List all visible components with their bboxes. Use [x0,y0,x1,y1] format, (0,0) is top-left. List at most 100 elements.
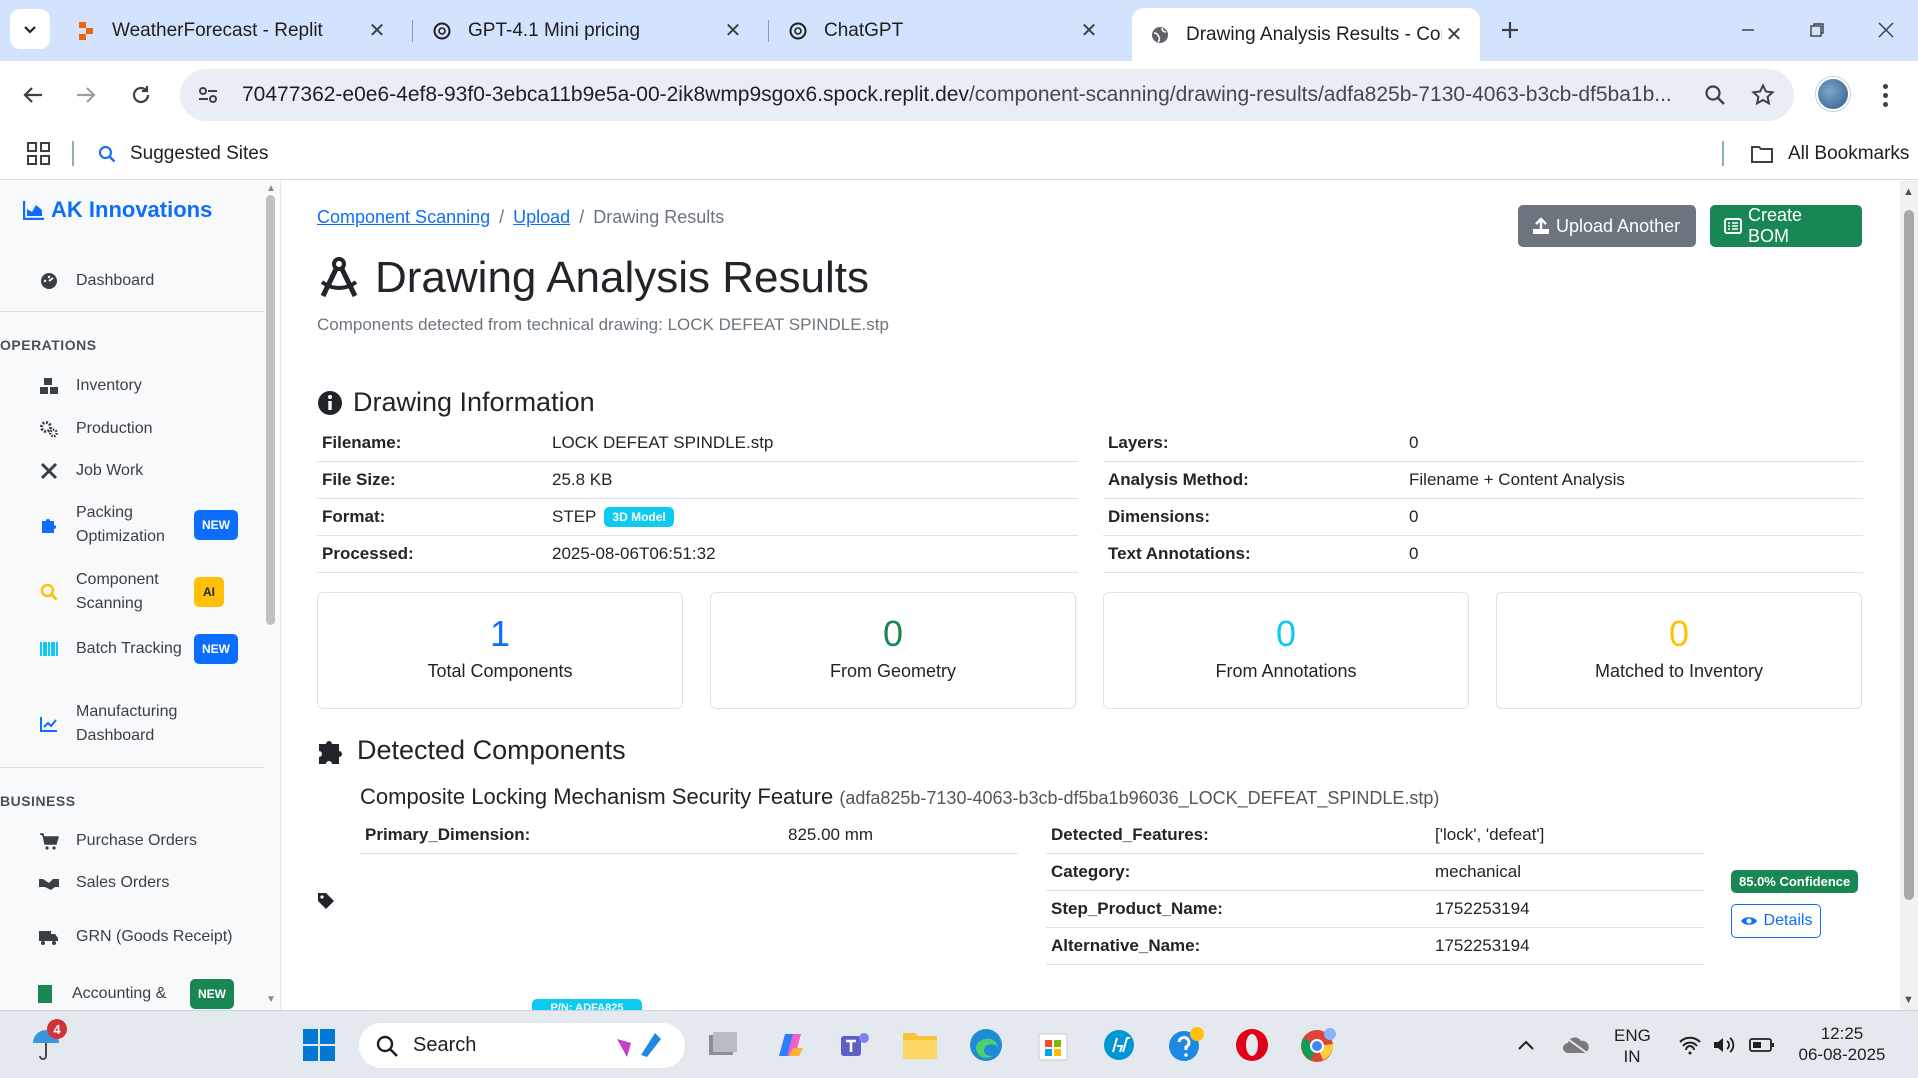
taskbar-opera[interactable] [1232,1025,1272,1065]
sidebar-scroll-up-icon[interactable]: ▲ [266,183,276,194]
stat-value: 0 [1275,613,1297,654]
breadcrumb-component-scanning[interactable]: Component Scanning [317,207,490,228]
new-tab-button[interactable] [1494,14,1526,46]
sidebar-item-production[interactable]: Production [38,417,153,441]
sidebar-scroll-down-icon[interactable]: ▼ [266,994,276,1005]
info-circle-icon [318,390,342,415]
tab-title: WeatherForecast - Replit [112,19,323,41]
taskbar-help[interactable] [1166,1025,1206,1065]
plus-icon [1502,22,1518,38]
taskbar-teams[interactable] [835,1025,875,1065]
browser-tab-weatherforecast[interactable]: WeatherForecast - Replit ✕ [58,8,403,53]
page-scroll-up-icon[interactable]: ▲ [1903,186,1914,198]
sidebar-item-sales-orders[interactable]: Sales Orders [38,871,169,895]
volume-status[interactable] [1704,1025,1744,1065]
tab-search-button[interactable] [10,9,50,49]
back-button[interactable] [13,75,53,115]
search-icon [38,581,60,603]
close-icon[interactable]: ✕ [721,19,745,43]
create-bom-button[interactable]: Create BOM [1710,205,1862,247]
browser-tab-drawing-results[interactable]: Drawing Analysis Results - Com ✕ [1132,8,1480,61]
prop-value: ['lock', 'defeat'] [1435,825,1545,844]
info-value: LOCK DEFEAT SPINDLE.stp [552,433,774,452]
taskbar-edge[interactable] [966,1025,1006,1065]
browser-tab-chatgpt[interactable]: ChatGPT ✕ [770,8,1115,53]
sidebar-item-purchase-orders[interactable]: Purchase Orders [38,829,197,853]
browser-menu-button[interactable] [1870,75,1900,115]
copilot-icon [779,1034,803,1056]
address-bar[interactable]: 70477362-e0e6-4ef8-93f0-3ebca11b9e5a-00-… [180,69,1794,121]
taskbar-hp[interactable] [1099,1025,1139,1065]
apps-grid-icon[interactable] [26,141,52,167]
taskbar-file-explorer[interactable] [900,1025,940,1065]
bookmarks-bar: Suggested Sites All Bookmarks [0,129,1918,180]
breadcrumb-upload[interactable]: Upload [513,207,570,228]
sidebar-item-accounting[interactable]: Accounting & NEW [34,979,234,1009]
start-button[interactable] [299,1025,339,1065]
prop-row-category: Category: mechanical [1046,854,1704,891]
taskbar-chrome[interactable] [1298,1025,1338,1065]
tab-title: ChatGPT [824,19,904,41]
sidebar-item-grn[interactable]: GRN (Goods Receipt) [38,925,233,949]
close-icon[interactable]: ✕ [1442,23,1466,47]
component-id: (adfa825b-7130-4063-b3cb-df5ba1b96036_LO… [839,788,1440,808]
gauge-icon [38,270,60,292]
taskbar-copilot[interactable] [770,1025,810,1065]
brand-logo[interactable]: AK Innovations [23,197,212,223]
prop-value: 825.00 mm [788,825,874,844]
sidebar-item-job-work[interactable]: Job Work [38,459,143,483]
sidebar-item-packing-optimization[interactable]: Packing Optimization NEW [38,501,238,549]
sidebar-item-manufacturing-dashboard[interactable]: Manufacturing Dashboard [38,700,194,748]
sidebar-item-label: Purchase Orders [76,832,197,849]
search-placeholder: Search [413,1034,477,1056]
tag-icon [318,893,334,909]
stat-card-from-geometry: 0 From Geometry [710,592,1076,709]
sidebar-divider [0,311,264,312]
sidebar-item-batch-tracking[interactable]: Batch Tracking NEW [38,634,238,664]
close-icon[interactable]: ✕ [1077,19,1101,43]
sidebar-item-label: Batch Tracking [76,640,182,657]
upload-another-label: Upload Another [1556,215,1681,236]
sidebar-item-label: Manufacturing Dashboard [76,703,178,744]
prop-row-step-product-name: Step_Product_Name: 1752253194 [1046,891,1704,928]
clock[interactable]: 12:25 06-08-2025 [1787,1023,1897,1065]
bookmark-suggested-sites[interactable]: Suggested Sites [98,141,268,167]
info-key: Format: [322,507,386,526]
profile-avatar[interactable] [1816,77,1850,111]
reload-button[interactable] [121,75,161,115]
all-bookmarks-button[interactable]: All Bookmarks [1750,141,1909,167]
sidebar-scrollbar[interactable] [266,195,275,625]
forward-button[interactable] [66,75,106,115]
notification-count-badge: 4 [47,1019,67,1039]
sidebar-item-component-scanning[interactable]: Component Scanning AI [38,568,224,616]
close-window-button[interactable] [1866,10,1906,50]
tab-title: Drawing Analysis Results - Com [1186,23,1442,45]
close-icon[interactable]: ✕ [365,19,389,43]
windows-icon [303,1029,335,1061]
minimize-button[interactable] [1728,10,1768,50]
details-button[interactable]: Details [1731,904,1821,938]
zoom-button[interactable] [1695,75,1735,115]
show-hidden-icons-button[interactable] [1506,1025,1546,1065]
close-icon [1878,22,1894,38]
upload-another-button[interactable]: Upload Another [1518,205,1696,247]
taskbar-task-view[interactable] [703,1025,743,1065]
taskbar-search-box[interactable]: Search [359,1023,685,1068]
page-scrollbar-thumb[interactable] [1904,210,1914,900]
bookmark-star-button[interactable] [1743,75,1783,115]
restore-button[interactable] [1797,10,1837,50]
battery-status[interactable] [1742,1025,1782,1065]
sidebar-item-dashboard[interactable]: Dashboard [38,269,154,293]
taskbar-store[interactable] [1033,1025,1073,1065]
drawing-info-table-left: Filename: LOCK DEFEAT SPINDLE.stp File S… [317,425,1078,573]
onedrive-status[interactable] [1556,1025,1596,1065]
browser-tab-gpt-pricing[interactable]: GPT-4.1 Mini pricing ✕ [414,8,759,53]
globe-icon [1150,25,1170,45]
sidebar-item-inventory[interactable]: Inventory [38,374,142,398]
volume-icon [1714,1037,1735,1053]
page-scroll-down-icon[interactable]: ▼ [1903,994,1914,1006]
arrow-right-icon [77,87,96,103]
site-info-button[interactable] [188,75,228,115]
language-indicator[interactable]: ENG IN [1614,1025,1651,1067]
stat-label: From Annotations [1215,661,1357,681]
